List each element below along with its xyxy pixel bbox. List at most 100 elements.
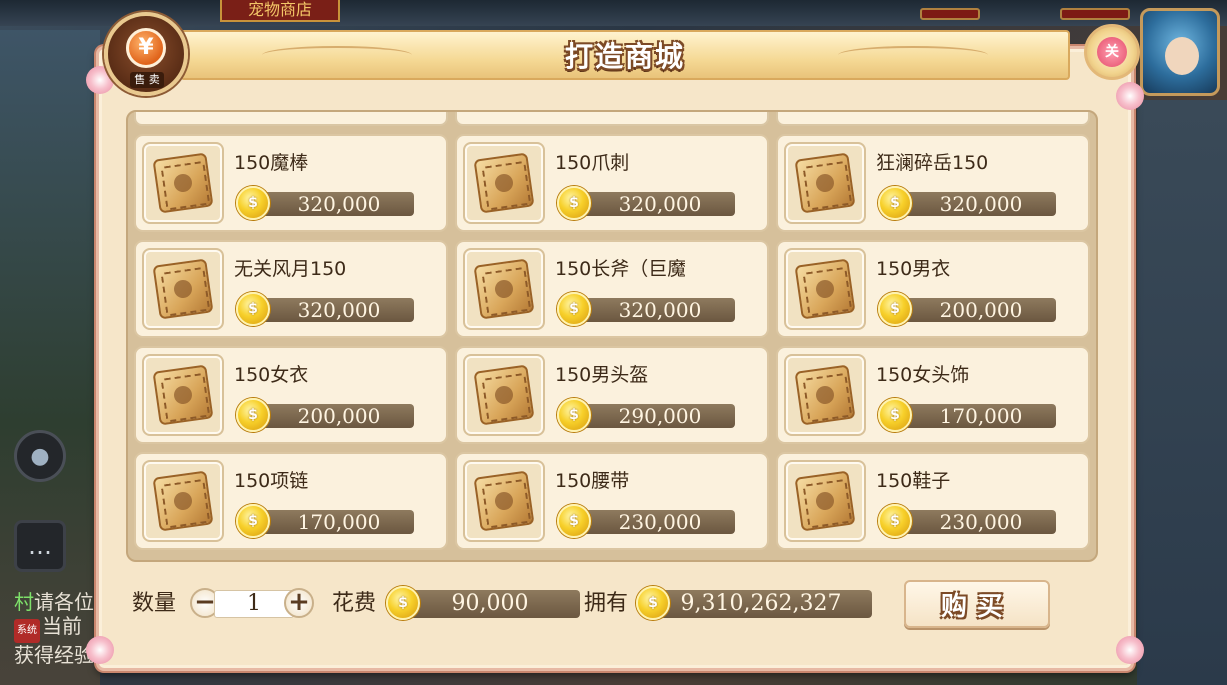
- item-price: 230,000: [898, 510, 1056, 534]
- player-avatar[interactable]: [1140, 8, 1220, 96]
- system-tag: 系统: [14, 619, 40, 643]
- quantity-field[interactable]: 1: [214, 590, 294, 618]
- item-name: 150长斧（巨魔王: [555, 258, 685, 278]
- gold-coin-icon: $: [386, 586, 420, 620]
- gold-coin-icon: $: [878, 504, 912, 538]
- item-price: 320,000: [256, 192, 414, 216]
- item-card[interactable]: 150男头盔 290,000 $: [455, 346, 769, 444]
- item-icon-frame: [142, 142, 224, 224]
- close-icon: 关: [1097, 37, 1127, 67]
- item-price: 320,000: [898, 192, 1056, 216]
- item-card-partial[interactable]: [776, 112, 1090, 126]
- item-icon-frame: [784, 142, 866, 224]
- item-card[interactable]: 无关风月150 320,000 $: [134, 240, 448, 338]
- blueprint-scroll-icon: [473, 364, 535, 426]
- item-card[interactable]: 150魔棒 320,000 $: [134, 134, 448, 232]
- gold-coin-icon: $: [236, 186, 270, 220]
- gold-coin-icon: $: [636, 586, 670, 620]
- item-card[interactable]: 150鞋子 230,000 $: [776, 452, 1090, 550]
- gold-coin-icon: $: [236, 292, 270, 326]
- blueprint-scroll-icon: [473, 470, 535, 532]
- background-scene-left: [0, 30, 100, 685]
- title-bar: 打造商城: [180, 30, 1070, 80]
- item-name: 150项链: [234, 470, 309, 490]
- item-price-value: 320,000: [297, 298, 381, 322]
- cost-value: 90,000: [400, 590, 580, 618]
- item-price: 230,000: [577, 510, 735, 534]
- item-name: 150魔棒: [234, 152, 309, 172]
- item-card-partial[interactable]: [455, 112, 769, 126]
- item-icon-frame: [142, 354, 224, 436]
- item-card[interactable]: 150腰带 230,000 $: [455, 452, 769, 550]
- sell-label: 售 卖: [130, 72, 164, 88]
- item-card[interactable]: 狂澜碎岳150 320,000 $: [776, 134, 1090, 232]
- item-card[interactable]: 150爪刺 320,000 $: [455, 134, 769, 232]
- gold-coin-icon: $: [557, 398, 591, 432]
- item-price: 200,000: [256, 404, 414, 428]
- gold-coin-icon: $: [557, 504, 591, 538]
- item-icon-frame: [784, 248, 866, 330]
- item-card[interactable]: 150女头饰 170,000 $: [776, 346, 1090, 444]
- chat-icon[interactable]: …: [14, 520, 66, 572]
- chat-channel: 村: [14, 590, 34, 614]
- item-price: 290,000: [577, 404, 735, 428]
- item-name: 150女衣: [234, 364, 309, 384]
- blueprint-scroll-icon: [794, 258, 856, 320]
- item-icon-frame: [463, 248, 545, 330]
- item-card[interactable]: 150男衣 200,000 $: [776, 240, 1090, 338]
- title-ornament: [262, 46, 412, 64]
- item-card[interactable]: 150长斧（巨魔王 320,000 $: [455, 240, 769, 338]
- close-button[interactable]: 关: [1084, 24, 1140, 80]
- item-icon-frame: [463, 142, 545, 224]
- item-price: 320,000: [577, 298, 735, 322]
- item-name: 150男衣: [876, 258, 951, 278]
- chat-line: 当前: [42, 614, 82, 638]
- owned-value: 9,310,262,327: [650, 590, 872, 618]
- dialog-title: 打造商城: [564, 40, 685, 73]
- blueprint-scroll-icon: [152, 470, 214, 532]
- gold-coin-icon: $: [878, 292, 912, 326]
- item-icon-frame: [784, 460, 866, 542]
- item-list[interactable]: 150魔棒 320,000 $150爪刺 320,000 $ 狂澜碎岳150 320,000…: [126, 110, 1098, 562]
- item-name: 150腰带: [555, 470, 630, 490]
- item-card[interactable]: 150女衣 200,000 $: [134, 346, 448, 444]
- item-icon-frame: [142, 460, 224, 542]
- item-icon-frame: [784, 354, 866, 436]
- item-card[interactable]: 150项链 170,000 $: [134, 452, 448, 550]
- voice-chat-icon[interactable]: ●: [14, 430, 66, 482]
- blueprint-scroll-icon: [794, 470, 856, 532]
- item-name: 150鞋子: [876, 470, 951, 490]
- increase-quantity-button[interactable]: +: [284, 588, 314, 618]
- blueprint-scroll-icon: [473, 152, 535, 214]
- item-icon-frame: [463, 460, 545, 542]
- item-card-partial[interactable]: [134, 112, 448, 126]
- flower-decoration: [86, 636, 114, 664]
- chat-line: 请各位: [34, 590, 94, 614]
- item-price-value: 290,000: [618, 404, 702, 428]
- item-price-value: 320,000: [939, 192, 1023, 216]
- item-price: 200,000: [898, 298, 1056, 322]
- background-top-bar: [0, 0, 1227, 26]
- item-icon-frame: [142, 248, 224, 330]
- blueprint-scroll-icon: [152, 258, 214, 320]
- item-price-value: 200,000: [939, 298, 1023, 322]
- item-price-value: 200,000: [297, 404, 381, 428]
- cost-label: 花费: [332, 591, 377, 616]
- title-ornament: [838, 46, 988, 64]
- blueprint-scroll-icon: [794, 364, 856, 426]
- item-name: 150女头饰: [876, 364, 970, 384]
- chat-line: 获得经验: [14, 643, 94, 667]
- item-price: 320,000: [577, 192, 735, 216]
- flower-decoration: [1116, 82, 1144, 110]
- sell-button[interactable]: ¥ 售 卖: [104, 12, 188, 96]
- background-scene-right: [1137, 100, 1227, 685]
- quantity-label: 数量: [132, 591, 177, 616]
- buy-button[interactable]: 购买: [904, 580, 1050, 628]
- item-price-value: 230,000: [939, 510, 1023, 534]
- item-price: 170,000: [256, 510, 414, 534]
- item-price-value: 230,000: [618, 510, 702, 534]
- blueprint-scroll-icon: [152, 364, 214, 426]
- item-price-value: 320,000: [297, 192, 381, 216]
- blueprint-scroll-icon: [152, 152, 214, 214]
- item-price: 170,000: [898, 404, 1056, 428]
